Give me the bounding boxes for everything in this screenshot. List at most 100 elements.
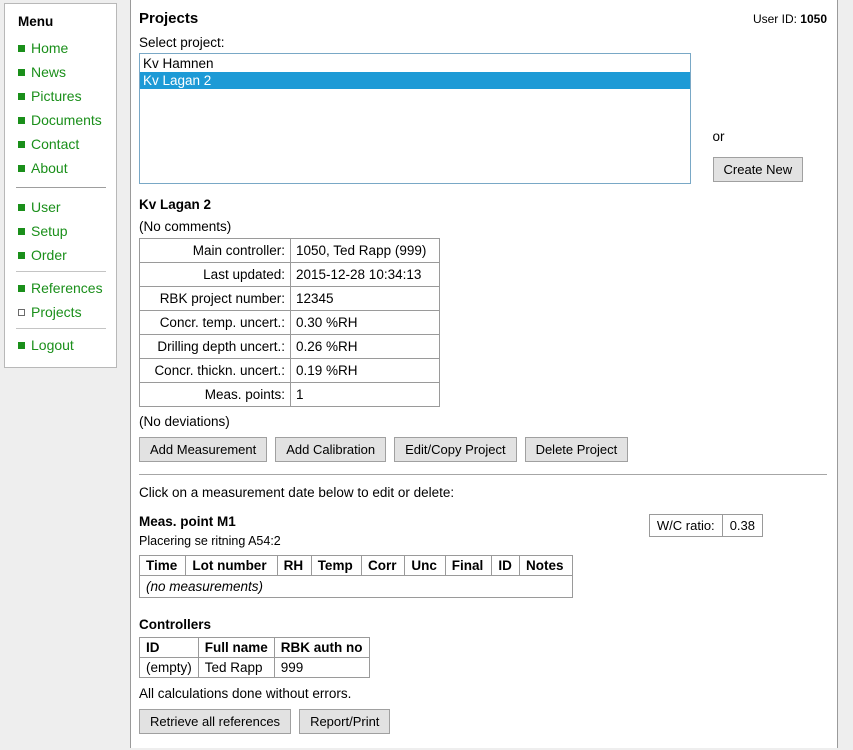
measurements-empty-text: (no measurements) — [139, 575, 573, 598]
table-row: (no measurements) — [139, 575, 573, 598]
sidebar-title: Menu — [18, 14, 54, 29]
table-header-row: ID Full name RBK auth no — [139, 637, 370, 658]
wc-ratio-label: W/C ratio: — [648, 514, 723, 537]
sidebar-item-references[interactable]: References — [5, 276, 116, 300]
detail-value: 1 — [290, 382, 440, 407]
retrieve-all-references-button[interactable]: Retrieve all references — [137, 708, 293, 735]
table-row: Concr. temp. uncert.: 0.30 %RH — [139, 310, 440, 335]
sidebar-item-label: News — [31, 64, 67, 80]
table-row: Last updated: 2015-12-28 10:34:13 — [139, 262, 440, 287]
table-row: (empty) Ted Rapp 999 — [139, 657, 370, 678]
detail-key: Drilling depth uncert.: — [139, 334, 291, 359]
add-calibration-button[interactable]: Add Calibration — [274, 436, 388, 463]
edit-copy-project-button[interactable]: Edit/Copy Project — [393, 436, 518, 463]
table-row: Concr. thickn. uncert.: 0.19 %RH — [139, 358, 440, 383]
page-title: Projects — [139, 10, 199, 27]
column-header-time: Time — [138, 555, 187, 576]
measurement-hint: Click on a measurement date below to edi… — [139, 485, 455, 500]
wc-ratio-table: W/C ratio: 0.38 — [648, 514, 764, 537]
sidebar-item-logout[interactable]: Logout — [5, 333, 116, 357]
list-item[interactable]: Kv Lagan 2 — [140, 72, 690, 89]
column-header-unc: Unc — [404, 555, 446, 576]
controller-id: (empty) — [139, 657, 199, 678]
sidebar-item-label: Documents — [31, 112, 102, 128]
project-name: Kv Lagan 2 — [139, 197, 212, 212]
page-root: Menu Home News Pictures Documents Contac… — [0, 0, 853, 750]
sidebar-item-contact[interactable]: Contact — [5, 132, 116, 156]
table-row: Drilling depth uncert.: 0.26 %RH — [139, 334, 440, 359]
table-row: Meas. points: 1 — [139, 382, 440, 407]
table-row: RBK project number: 12345 — [139, 286, 440, 311]
detail-value: 1050, Ted Rapp (999) — [290, 238, 440, 263]
sidebar-item-documents[interactable]: Documents — [5, 108, 116, 132]
measurements-table: Time Lot number RH Temp Corr Unc Final I… — [138, 555, 573, 598]
sidebar-item-label: User — [31, 199, 61, 215]
sidebar-group-session: Logout — [5, 333, 116, 357]
footer-actions: Retrieve all references Report/Print — [137, 708, 827, 735]
create-new-column: or Create New — [711, 53, 827, 183]
detail-value: 12345 — [290, 286, 440, 311]
content-panel: Projects User ID: 1050 Select project: K… — [130, 0, 838, 748]
report-print-button[interactable]: Report/Print — [298, 708, 392, 735]
project-actions: Add Measurement Add Calibration Edit/Cop… — [137, 436, 827, 463]
sidebar-group-main: Home News Pictures Documents Contact Abo… — [5, 36, 116, 180]
sidebar-item-pictures[interactable]: Pictures — [5, 84, 116, 108]
select-project-label: Select project: — [139, 35, 225, 50]
filled-square-icon — [18, 93, 25, 100]
sidebar-item-label: Contact — [31, 136, 80, 152]
delete-project-button[interactable]: Delete Project — [523, 436, 630, 463]
sidebar-item-home[interactable]: Home — [5, 36, 116, 60]
table-row: Main controller: 1050, Ted Rapp (999) — [139, 238, 440, 263]
meas-point-row: Meas. point M1 Placering se ritning A54:… — [139, 514, 827, 555]
sidebar-item-news[interactable]: News — [5, 60, 116, 84]
sidebar-divider — [16, 187, 106, 188]
sidebar-item-label: About — [31, 160, 68, 176]
sidebar-item-label: Home — [31, 40, 69, 56]
column-header-temp: Temp — [310, 555, 362, 576]
detail-value: 0.30 %RH — [290, 310, 440, 335]
sidebar-group-data: References Projects — [5, 276, 116, 324]
sidebar-item-label: Logout — [31, 337, 74, 353]
sidebar-item-setup[interactable]: Setup — [5, 219, 116, 243]
filled-square-icon — [18, 117, 25, 124]
list-item[interactable]: Kv Hamnen — [140, 55, 690, 72]
column-header-id: ID — [139, 637, 199, 658]
sidebar-item-label: References — [31, 280, 103, 296]
create-new-button[interactable]: Create New — [711, 156, 805, 183]
user-id-label: User ID: — [752, 12, 797, 26]
sidebar-item-order[interactable]: Order — [5, 243, 116, 267]
add-measurement-button[interactable]: Add Measurement — [137, 436, 269, 463]
controller-rbk-auth-no: 999 — [273, 657, 370, 678]
column-header-final: Final — [444, 555, 493, 576]
column-header-id: ID — [491, 555, 521, 576]
sidebar-divider — [16, 328, 106, 329]
wc-ratio-value: 0.38 — [721, 514, 764, 537]
sidebar-item-user[interactable]: User — [5, 195, 116, 219]
controller-full-name: Ted Rapp — [197, 657, 275, 678]
filled-square-icon — [18, 228, 25, 235]
detail-key: Last updated: — [139, 262, 291, 287]
controllers-title: Controllers — [139, 617, 212, 632]
column-header-rh: RH — [276, 555, 312, 576]
filled-square-icon — [18, 141, 25, 148]
column-header-full-name: Full name — [197, 637, 275, 658]
detail-value: 2015-12-28 10:34:13 — [290, 262, 440, 287]
detail-key: RBK project number: — [139, 286, 291, 311]
filled-square-icon — [18, 204, 25, 211]
section-divider — [139, 474, 827, 475]
project-details-table: Main controller: 1050, Ted Rapp (999) La… — [139, 238, 440, 407]
meas-point-subtitle: Placering se ritning A54:2 — [139, 534, 281, 548]
sidebar-item-projects[interactable]: Projects — [5, 300, 116, 324]
sidebar-item-about[interactable]: About — [5, 156, 116, 180]
meas-point-title: Meas. point M1 — [139, 514, 236, 529]
filled-square-icon — [18, 69, 25, 76]
calculation-status: All calculations done without errors. — [139, 686, 352, 701]
or-label: or — [712, 129, 725, 144]
column-header-lot-number: Lot number — [185, 555, 278, 576]
sidebar: Menu Home News Pictures Documents Contac… — [4, 3, 117, 368]
detail-key: Main controller: — [139, 238, 291, 263]
column-header-corr: Corr — [360, 555, 406, 576]
project-listbox[interactable]: Kv Hamnen Kv Lagan 2 — [139, 53, 691, 184]
meas-point-left: Meas. point M1 Placering se ritning A54:… — [139, 514, 281, 555]
filled-square-icon — [18, 45, 25, 52]
